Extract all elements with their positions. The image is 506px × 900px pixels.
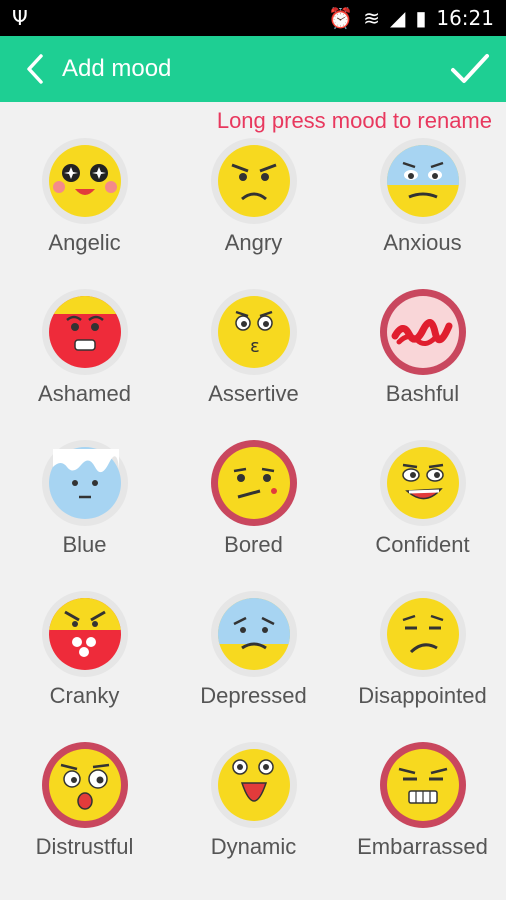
mood-assertive[interactable]: ε Assertive <box>169 287 338 438</box>
checkmark-icon <box>451 54 489 83</box>
mood-grid: Angelic Angry Anxious Ashamed ε Assertiv… <box>0 136 506 891</box>
svg-text:ε: ε <box>250 336 260 357</box>
bored-face-icon <box>217 447 290 519</box>
page-title: Add mood <box>62 55 172 82</box>
mood-ashamed[interactable]: Ashamed <box>0 287 169 438</box>
blue-face-icon <box>48 447 121 519</box>
rename-hint: Long press mood to rename <box>216 108 492 133</box>
mood-bored[interactable]: Bored <box>169 438 338 589</box>
dynamic-face-icon <box>217 749 290 821</box>
mood-label: Dynamic <box>210 834 297 859</box>
anxious-face-icon <box>386 145 459 217</box>
mood-cranky[interactable]: Cranky <box>0 589 169 740</box>
mood-angry[interactable]: Angry <box>169 136 338 287</box>
mood-label: Angelic <box>48 230 121 255</box>
mood-dynamic[interactable]: Dynamic <box>169 740 338 891</box>
mood-distrustful[interactable]: Distrustful <box>0 740 169 891</box>
ashamed-face-icon <box>48 296 121 368</box>
embarrassed-face-icon <box>386 749 459 821</box>
angelic-face-icon <box>48 145 121 217</box>
signal-icon: ◢ <box>389 6 406 30</box>
mood-label: Bashful <box>385 381 460 406</box>
angry-face-icon <box>217 145 290 217</box>
wifi-icon: ≋ <box>363 6 380 30</box>
mood-angelic[interactable]: Angelic <box>0 136 169 287</box>
status-icons: ⏰ ≋ ◢ ▮ 16:21 <box>328 6 494 30</box>
mood-confident[interactable]: Confident <box>338 438 506 589</box>
mood-label: Blue <box>62 532 107 557</box>
distrustful-face-icon <box>48 749 121 821</box>
mood-label: Anxious <box>383 230 462 255</box>
mood-label: Assertive <box>208 381 299 406</box>
mood-label: Angry <box>224 230 283 255</box>
status-bar: Ψ ⏰ ≋ ◢ ▮ 16:21 <box>0 0 506 36</box>
mood-anxious[interactable]: Anxious <box>338 136 506 287</box>
mood-embarrassed[interactable]: Embarrassed <box>338 740 506 891</box>
mood-label: Depressed <box>200 683 307 708</box>
cranky-face-icon <box>48 598 121 670</box>
bashful-face-icon <box>386 296 459 368</box>
confirm-button[interactable] <box>448 47 492 91</box>
mood-blue[interactable]: Blue <box>0 438 169 589</box>
mood-bashful[interactable]: Bashful <box>338 287 506 438</box>
depressed-face-icon <box>217 598 290 670</box>
mood-label: Cranky <box>49 683 120 708</box>
confident-face-icon <box>386 447 459 519</box>
mood-label: Disappointed <box>358 683 487 708</box>
disappointed-face-icon <box>386 598 459 670</box>
app-bar: Add mood <box>0 36 506 102</box>
usb-icon: Ψ <box>12 6 28 30</box>
mood-depressed[interactable]: Depressed <box>169 589 338 740</box>
back-button[interactable] <box>18 52 52 86</box>
mood-label: Confident <box>375 532 470 557</box>
battery-icon: ▮ <box>415 6 427 30</box>
alarm-icon: ⏰ <box>328 6 354 30</box>
mood-label: Bored <box>224 532 283 557</box>
assertive-face-icon: ε <box>217 296 290 368</box>
mood-disappointed[interactable]: Disappointed <box>338 589 506 740</box>
back-arrow-icon <box>27 54 43 84</box>
mood-label: Embarrassed <box>357 834 488 859</box>
status-time: 16:21 <box>436 6 494 30</box>
mood-label: Ashamed <box>38 381 131 406</box>
mood-label: Distrustful <box>35 834 134 859</box>
